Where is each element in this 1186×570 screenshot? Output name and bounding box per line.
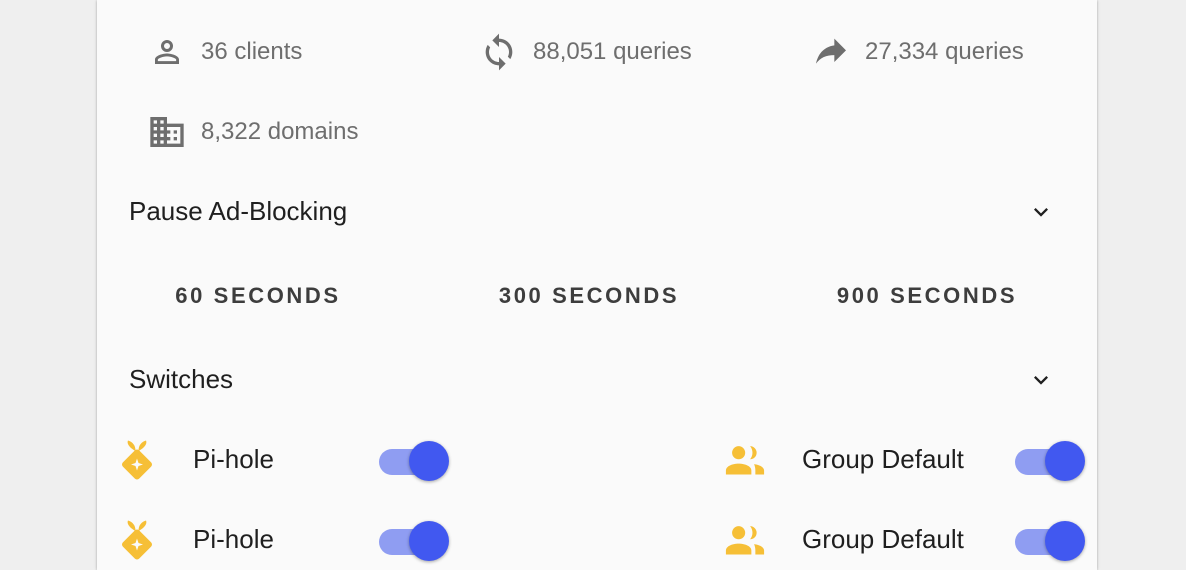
forwarded-queries-count: 27,334 queries [865,38,1024,65]
pause-60-button[interactable]: 60 SECONDS [165,276,351,316]
toggle-thumb [409,521,449,561]
total-queries-count: 88,051 queries [533,38,692,65]
chevron-down-icon [1034,208,1048,217]
chevron-down-icon [1034,376,1048,385]
switch-label-pihole: Pi-hole [193,524,274,554]
stat-total-queries: 88,051 queries [477,32,692,72]
group-icon [723,438,767,482]
stat-forwarded-queries: 27,334 queries [809,32,1024,72]
stat-clients: 36 clients [145,32,302,72]
switches-expand-button[interactable] [1023,362,1059,398]
pause-900-button[interactable]: 900 SECONDS [827,276,1027,316]
toggle-thumb [1045,521,1085,561]
switch-toggle-pihole[interactable] [377,518,453,562]
person-icon [145,32,189,72]
switch-label-group-default: Group Default [802,444,964,474]
sync-icon [477,32,521,72]
pause-section-title: Pause Ad-Blocking [129,196,348,226]
summary-card: 36 clients 88,051 queries 27,334 queries… [97,0,1097,570]
switch-label-pihole: Pi-hole [193,444,274,474]
switches-section-title: Switches [129,364,234,394]
switch-toggle-group-default[interactable] [1013,438,1089,482]
clients-count: 36 clients [201,38,303,65]
group-icon [723,518,767,562]
pihole-icon [115,518,159,562]
pause-300-button[interactable]: 300 SECONDS [487,276,691,316]
forward-arrow-icon [809,32,853,72]
switch-toggle-pihole[interactable] [377,438,453,482]
switch-label-group-default: Group Default [802,524,964,554]
pihole-icon [115,438,159,482]
pause-expand-button[interactable] [1023,194,1059,230]
toggle-thumb [1045,441,1085,481]
building-icon [145,112,189,152]
toggle-thumb [409,441,449,481]
stat-domains: 8,322 domains [145,112,358,152]
domains-count: 8,322 domains [201,118,359,145]
switch-toggle-group-default[interactable] [1013,518,1089,562]
